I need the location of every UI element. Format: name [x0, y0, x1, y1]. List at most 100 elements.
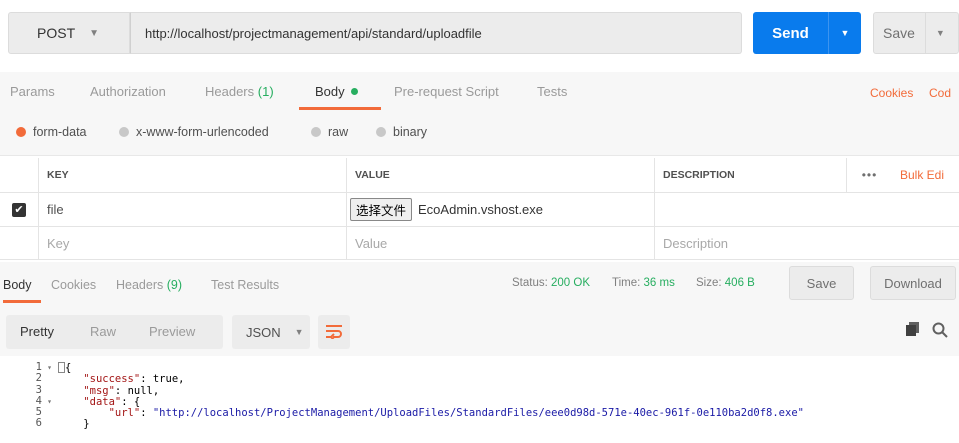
radio-urlencoded[interactable]: x-www-form-urlencoded	[119, 125, 269, 139]
save-label: Save	[883, 25, 915, 41]
json-value: {	[133, 395, 141, 408]
tab-headers[interactable]: Headers (1)	[205, 84, 274, 99]
save-button[interactable]: Save ▼	[873, 12, 959, 54]
time-info[interactable]: Time: 36 ms	[612, 277, 675, 289]
wrap-lines-icon	[326, 325, 342, 339]
line-number: 4	[35, 394, 42, 407]
line-number-gutter: 1 ▾ 2 3 4 ▾ 5 6	[0, 361, 52, 443]
line-number: 6	[35, 417, 42, 430]
status-label: Status:	[512, 277, 548, 289]
line-number: 5	[35, 406, 42, 419]
tab-prerequest-script[interactable]: Pre-request Script	[394, 84, 499, 99]
response-tab-headers-label: Headers	[116, 278, 164, 292]
save-response-button[interactable]: Save	[789, 266, 854, 300]
col-key-header: KEY	[38, 158, 346, 192]
response-tab-headers-count: (9)	[166, 278, 183, 292]
time-value: 36 ms	[643, 277, 675, 289]
tab-authorization[interactable]: Authorization	[90, 84, 166, 99]
code-link[interactable]: Cod	[929, 86, 951, 100]
response-tab-headers[interactable]: Headers (9)	[116, 278, 182, 292]
fold-toggle-icon[interactable]: ▾	[47, 396, 52, 407]
json-key: "data"	[83, 395, 122, 408]
search-icon	[932, 322, 948, 338]
key-cell[interactable]: file	[38, 193, 346, 226]
new-key-input[interactable]: Key	[38, 227, 346, 259]
cookies-link[interactable]: Cookies	[870, 86, 913, 100]
search-button[interactable]	[932, 322, 948, 341]
json-key: "success"	[83, 373, 141, 386]
time-label: Time:	[612, 277, 641, 289]
radio-binary-label: binary	[393, 125, 428, 139]
tab-body-label: Body	[315, 84, 345, 99]
copy-button[interactable]	[906, 322, 920, 339]
radio-urlencoded-label: x-www-form-urlencoded	[136, 125, 269, 139]
method-label: POST	[37, 25, 76, 41]
size-value: 406 B	[724, 277, 755, 289]
new-value-input[interactable]: Value	[346, 227, 654, 259]
wrap-lines-button[interactable]	[318, 315, 350, 349]
table-row-new: Key Value Description	[0, 227, 959, 260]
json-key: "url"	[108, 407, 141, 420]
tab-tests[interactable]: Tests	[537, 84, 567, 99]
size-label: Size:	[696, 277, 722, 289]
copy-icon	[906, 322, 919, 336]
method-select[interactable]: POST ▼	[8, 12, 130, 54]
choose-file-button[interactable]: 选择文件	[350, 198, 413, 221]
response-tab-cookies[interactable]: Cookies	[51, 278, 96, 292]
description-cell[interactable]	[654, 193, 959, 226]
checkbox-checked-icon: ✔	[12, 202, 26, 217]
radio-unselected-icon	[311, 127, 321, 137]
row-enable-checkbox[interactable]: ✔	[0, 193, 38, 226]
radio-binary[interactable]: binary	[376, 125, 427, 139]
code-line: "success": true,	[83, 373, 185, 386]
download-button[interactable]: Download	[870, 266, 956, 300]
view-raw-button[interactable]: Raw	[90, 324, 116, 339]
radio-unselected-icon	[376, 127, 386, 137]
radio-selected-icon	[16, 127, 26, 137]
radio-raw-label: raw	[328, 125, 349, 139]
code-line: }	[83, 418, 90, 431]
tab-body[interactable]: Body	[315, 84, 358, 99]
size-info[interactable]: Size: 406 B	[696, 277, 755, 289]
chevron-down-icon: ▼	[294, 327, 304, 337]
fold-toggle-icon[interactable]: ▾	[47, 362, 52, 373]
send-button[interactable]: Send ▼	[753, 12, 861, 54]
format-select[interactable]: JSON ▼	[232, 315, 310, 349]
response-tab-body[interactable]: Body	[3, 278, 32, 292]
code-line: "url": "http://localhost/ProjectManageme…	[108, 407, 804, 420]
json-code: { "success": true, "msg": null, "data": …	[58, 362, 804, 431]
tab-headers-label: Headers	[205, 84, 255, 99]
line-number: 1	[35, 361, 42, 373]
status-info: Status: 200 OK	[512, 277, 590, 289]
table-row: ✔ file 选择文件 EcoAdmin.vshost.exe	[0, 193, 959, 227]
new-description-input[interactable]: Description	[654, 227, 959, 259]
bulk-edit-link[interactable]: Bulk Edi	[892, 158, 959, 192]
line-number: 2	[35, 372, 42, 385]
chevron-down-icon[interactable]: ▼	[936, 28, 945, 38]
url-input[interactable]: http://localhost/projectmanagement/api/s…	[130, 12, 742, 54]
view-pretty-button[interactable]: Pretty	[20, 324, 54, 339]
json-value: null,	[127, 384, 160, 397]
radio-form-data[interactable]: form-data	[16, 125, 87, 139]
radio-raw[interactable]: raw	[311, 125, 348, 139]
response-tab-test-results[interactable]: Test Results	[211, 278, 279, 292]
save-response-label: Save	[806, 275, 837, 291]
value-cell: 选择文件 EcoAdmin.vshost.exe	[346, 193, 654, 226]
view-preview-button[interactable]: Preview	[149, 324, 195, 339]
json-value: true,	[152, 373, 185, 386]
status-value: 200 OK	[551, 277, 591, 289]
more-options-icon[interactable]: •••	[846, 158, 892, 192]
format-label: JSON	[246, 324, 281, 340]
col-description-header: DESCRIPTION	[654, 158, 846, 192]
tab-params[interactable]: Params	[10, 84, 55, 99]
url-text: http://localhost/projectmanagement/api/s…	[145, 25, 482, 41]
download-label: Download	[884, 275, 942, 291]
radio-unselected-icon	[119, 127, 129, 137]
active-response-tab-underline	[3, 300, 41, 303]
chevron-down-icon[interactable]: ▼	[829, 28, 861, 38]
divider	[924, 12, 926, 54]
body-indicator-dot	[350, 88, 358, 95]
text-cursor	[58, 362, 65, 373]
json-string-value: "http://localhost/ProjectManagement/Uplo…	[152, 407, 804, 420]
radio-form-data-label: form-data	[33, 125, 87, 139]
